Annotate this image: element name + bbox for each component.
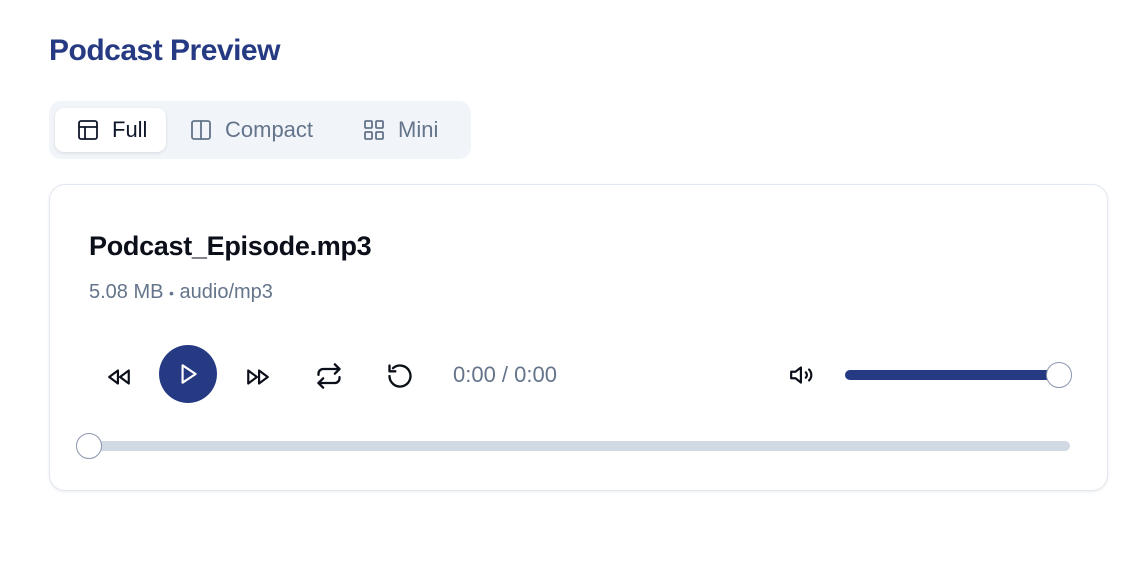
tab-full[interactable]: Full	[55, 108, 167, 152]
tab-mini-label: Mini	[398, 117, 439, 142]
view-mode-tabs: Full Compact Mini	[49, 101, 471, 159]
mute-button[interactable]	[787, 360, 817, 390]
seek-bar[interactable]	[76, 433, 1070, 459]
tab-full-label: Full	[112, 117, 148, 142]
volume-slider[interactable]	[845, 362, 1072, 388]
repeat-icon	[315, 362, 343, 390]
tab-compact[interactable]: Compact	[189, 108, 313, 152]
file-size: 5.08 MB	[89, 281, 164, 303]
rewind-button[interactable]	[102, 360, 136, 394]
restart-icon	[386, 362, 414, 390]
volume-slider-fill	[845, 370, 1059, 380]
play-icon	[175, 361, 201, 387]
meta-separator: •	[169, 285, 174, 301]
mime-type: audio/mp3	[179, 281, 273, 303]
play-button[interactable]	[159, 345, 217, 403]
tab-compact-label: Compact	[225, 117, 314, 142]
volume-icon	[789, 362, 815, 388]
page-title: Podcast Preview	[49, 34, 280, 67]
audio-player-card: Podcast_Episode.mp3 5.08 MB • audio/mp3	[49, 184, 1108, 491]
columns-icon	[189, 118, 213, 142]
repeat-button[interactable]	[311, 358, 347, 394]
volume-slider-thumb[interactable]	[1046, 362, 1072, 388]
layout-icon	[76, 118, 100, 142]
fast-forward-icon	[245, 364, 271, 390]
file-meta: 5.08 MB • audio/mp3	[89, 281, 273, 304]
seek-bar-thumb[interactable]	[76, 433, 102, 459]
file-name: Podcast_Episode.mp3	[89, 231, 372, 261]
rewind-icon	[106, 364, 132, 390]
fast-forward-button[interactable]	[241, 360, 275, 394]
restart-button[interactable]	[382, 358, 418, 394]
tab-mini[interactable]: Mini	[362, 108, 438, 152]
time-display: 0:00 / 0:00	[453, 362, 557, 387]
grid-icon	[362, 118, 386, 142]
